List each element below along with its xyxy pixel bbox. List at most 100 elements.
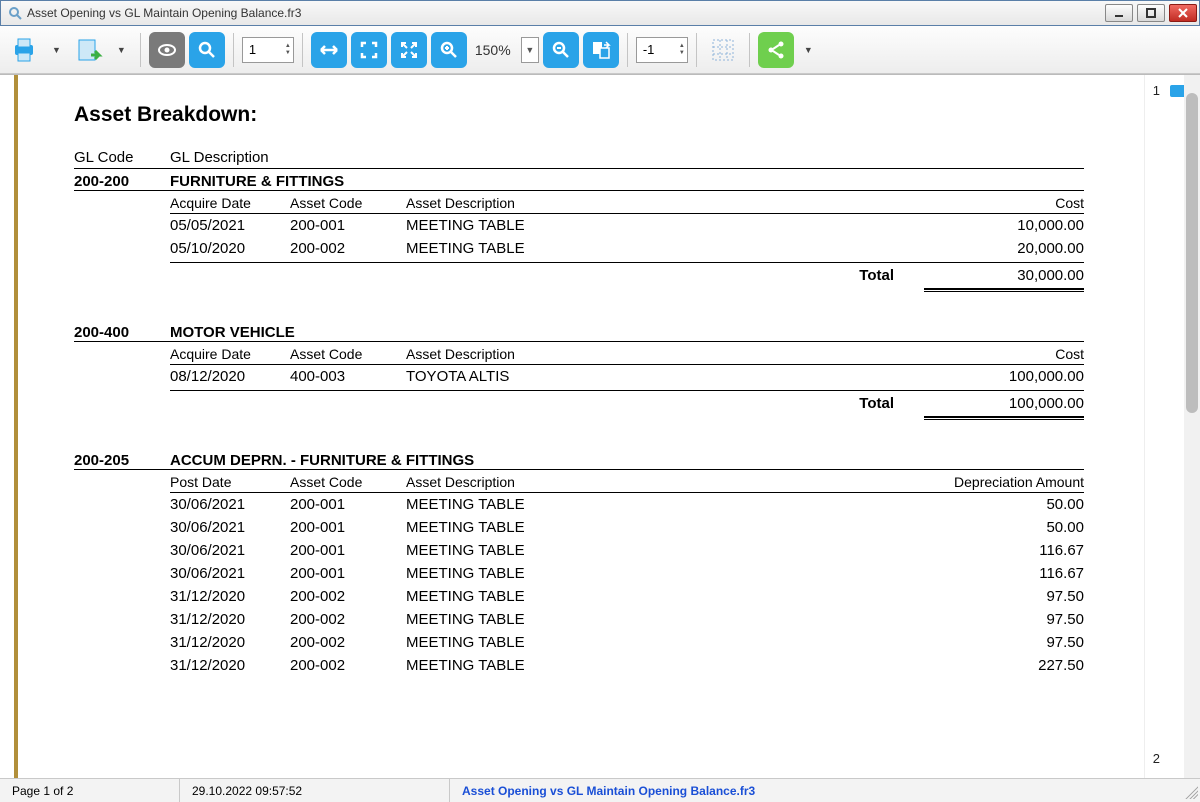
zoom-out-button[interactable] <box>543 32 579 68</box>
sub-date-header: Acquire Date <box>170 195 290 211</box>
visibility-button[interactable] <box>149 32 185 68</box>
zoom-dropdown[interactable]: ▼ <box>521 37 539 63</box>
cell-code: 200-001 <box>290 565 406 582</box>
cell-desc: MEETING TABLE <box>406 657 924 674</box>
report-title: Asset Breakdown: <box>74 103 1084 127</box>
cell-desc: MEETING TABLE <box>406 542 924 559</box>
group-code: 200-200 <box>74 173 170 190</box>
cell-code: 200-001 <box>290 217 406 234</box>
share-button[interactable] <box>758 32 794 68</box>
copies-value: -1 <box>643 42 655 57</box>
grid-button[interactable] <box>705 32 741 68</box>
cell-date: 05/05/2021 <box>170 217 290 234</box>
cell-code: 200-001 <box>290 542 406 559</box>
close-button[interactable] <box>1169 4 1197 22</box>
sub-header-row: Acquire Date Asset Code Asset Descriptio… <box>170 191 1084 214</box>
page-edge-marker <box>14 75 18 778</box>
toolbar: ▼ ▼ 1 ▲▼ 150% ▼ -1 ▲▼ <box>0 26 1200 74</box>
copies-spinner[interactable]: ▲▼ <box>679 43 685 57</box>
status-timestamp: 29.10.2022 09:57:52 <box>180 779 450 802</box>
sub-header-row: Acquire Date Asset Code Asset Descriptio… <box>170 342 1084 365</box>
cell-code: 200-001 <box>290 519 406 536</box>
cell-desc: MEETING TABLE <box>406 496 924 513</box>
cell-code: 400-003 <box>290 368 406 385</box>
resize-grip-icon[interactable] <box>1182 783 1198 799</box>
sub-code-header: Asset Code <box>290 195 406 211</box>
report-scroll-area[interactable]: Asset Breakdown: GL Code GL Description … <box>0 75 1144 778</box>
group-code: 200-400 <box>74 324 170 341</box>
group-desc: MOTOR VEHICLE <box>170 324 1084 341</box>
thumbnail-gutter: 1 2 <box>1144 75 1200 778</box>
total-label: Total <box>170 395 924 412</box>
data-row: 05/05/2021 200-001 MEETING TABLE 10,000.… <box>170 214 1084 237</box>
minimize-button[interactable] <box>1105 4 1133 22</box>
cell-date: 31/12/2020 <box>170 657 290 674</box>
cell-date: 05/10/2020 <box>170 240 290 257</box>
page-spinner[interactable]: ▲▼ <box>285 43 291 57</box>
status-filename[interactable]: Asset Opening vs GL Maintain Opening Bal… <box>450 784 767 798</box>
app-icon <box>7 5 23 21</box>
thumb-page-1[interactable]: 1 <box>1153 83 1160 98</box>
sub-amt-header: Depreciation Amount <box>924 474 1084 490</box>
window-title: Asset Opening vs GL Maintain Opening Bal… <box>27 6 1105 20</box>
page-layout-button[interactable] <box>583 32 619 68</box>
print-button[interactable] <box>6 32 42 68</box>
maximize-button[interactable] <box>1137 4 1165 22</box>
cell-code: 200-002 <box>290 611 406 628</box>
cell-date: 08/12/2020 <box>170 368 290 385</box>
fullscreen-button[interactable] <box>391 32 427 68</box>
zoom-in-button[interactable] <box>431 32 467 68</box>
copies-input[interactable]: -1 ▲▼ <box>636 37 688 63</box>
cell-desc: MEETING TABLE <box>406 588 924 605</box>
sub-code-header: Asset Code <box>290 346 406 362</box>
gl-code-header: GL Code <box>74 149 170 166</box>
sub-header-row: Post Date Asset Code Asset Description D… <box>170 470 1084 493</box>
data-row: 30/06/2021 200-001 MEETING TABLE 116.67 <box>170 562 1084 585</box>
cell-amt: 50.00 <box>924 496 1084 513</box>
cell-code: 200-001 <box>290 496 406 513</box>
data-row: 30/06/2021 200-001 MEETING TABLE 50.00 <box>170 516 1084 539</box>
total-row: Total30,000.00 <box>170 262 1084 288</box>
sub-code-header: Asset Code <box>290 474 406 490</box>
cell-desc: MEETING TABLE <box>406 240 924 257</box>
sub-date-header: Post Date <box>170 474 290 490</box>
cell-desc: MEETING TABLE <box>406 611 924 628</box>
fit-page-button[interactable] <box>351 32 387 68</box>
fit-width-button[interactable] <box>311 32 347 68</box>
page-number-input[interactable]: 1 ▲▼ <box>242 37 294 63</box>
cell-amt: 97.50 <box>924 588 1084 605</box>
zoom-level-text: 150% <box>471 42 517 58</box>
page-number-value: 1 <box>249 42 256 57</box>
toolbar-separator <box>233 33 234 67</box>
status-bar: Page 1 of 2 29.10.2022 09:57:52 Asset Op… <box>0 778 1200 802</box>
cell-amt: 97.50 <box>924 634 1084 651</box>
vertical-scrollbar[interactable] <box>1184 75 1200 778</box>
report-viewport: Asset Breakdown: GL Code GL Description … <box>0 74 1200 778</box>
cell-code: 200-002 <box>290 634 406 651</box>
print-dropdown[interactable]: ▼ <box>46 45 67 55</box>
data-row: 31/12/2020 200-002 MEETING TABLE 97.50 <box>170 585 1084 608</box>
toolbar-separator <box>140 33 141 67</box>
total-amount: 100,000.00 <box>924 395 1084 412</box>
group-desc: FURNITURE & FITTINGS <box>170 173 1084 190</box>
export-button[interactable] <box>71 32 107 68</box>
sub-amt-header: Cost <box>924 195 1084 211</box>
cell-amt: 116.67 <box>924 565 1084 582</box>
data-row: 31/12/2020 200-002 MEETING TABLE 97.50 <box>170 608 1084 631</box>
cell-desc: MEETING TABLE <box>406 565 924 582</box>
search-button[interactable] <box>189 32 225 68</box>
total-row: Total100,000.00 <box>170 390 1084 416</box>
data-row: 30/06/2021 200-001 MEETING TABLE 116.67 <box>170 539 1084 562</box>
cell-date: 31/12/2020 <box>170 634 290 651</box>
report-page: Asset Breakdown: GL Code GL Description … <box>0 75 1144 677</box>
export-dropdown[interactable]: ▼ <box>111 45 132 55</box>
cell-amt: 116.67 <box>924 542 1084 559</box>
gl-header-row: GL Code GL Description <box>74 149 1084 169</box>
cell-date: 30/06/2021 <box>170 519 290 536</box>
thumb-page-2[interactable]: 2 <box>1153 751 1160 766</box>
cell-date: 30/06/2021 <box>170 542 290 559</box>
status-page: Page 1 of 2 <box>0 779 180 802</box>
group-desc: ACCUM DEPRN. - FURNITURE & FITTINGS <box>170 452 1084 469</box>
share-dropdown[interactable]: ▼ <box>798 45 819 55</box>
scrollbar-thumb[interactable] <box>1186 93 1198 413</box>
